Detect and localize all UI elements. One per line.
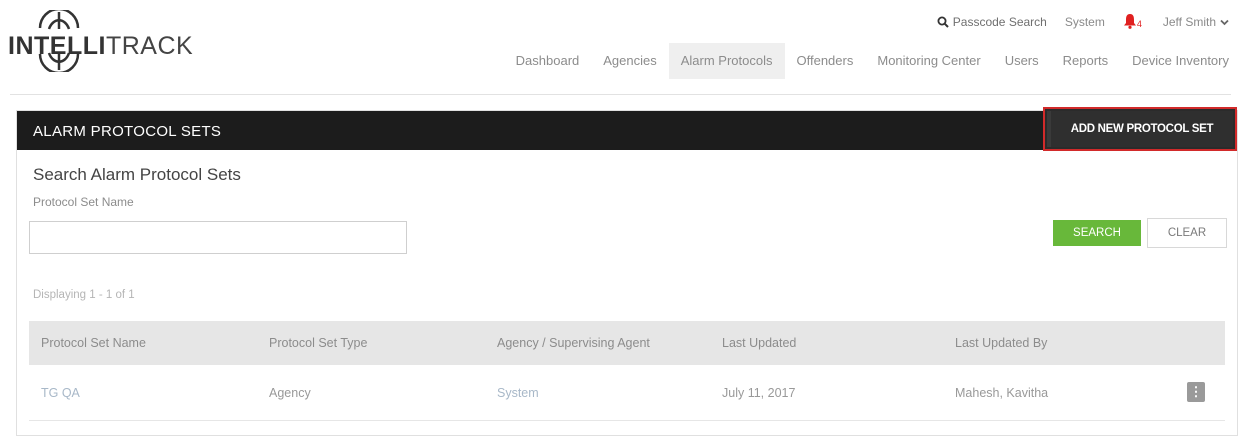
- alarm-protocol-sets-panel: ALARM PROTOCOL SETS ADD NEW PROTOCOL SET…: [16, 107, 1238, 436]
- protocol-set-name-input[interactable]: [29, 221, 407, 254]
- chevron-down-icon: [1220, 19, 1229, 25]
- alert-count-badge: 4: [1136, 19, 1142, 29]
- protocol-sets-table: Protocol Set Name Protocol Set Type Agen…: [29, 321, 1225, 421]
- page-title: ALARM PROTOCOL SETS: [33, 123, 222, 140]
- column-header-type[interactable]: Protocol Set Type: [269, 321, 367, 365]
- search-icon: [937, 16, 949, 28]
- table-row[interactable]: TG QA Agency System July 11, 2017 Mahesh…: [29, 365, 1225, 421]
- search-button[interactable]: SEARCH: [1053, 220, 1141, 246]
- protocol-set-type-cell: Agency: [269, 386, 311, 400]
- user-menu[interactable]: Jeff Smith: [1163, 15, 1229, 29]
- header-divider: [10, 94, 1231, 95]
- add-new-protocol-set-button[interactable]: ADD NEW PROTOCOL SET: [1043, 107, 1237, 151]
- logo-wordmark: INTELLITRACK: [8, 32, 194, 60]
- column-header-agency[interactable]: Agency / Supervising Agent: [497, 321, 650, 365]
- table-header: Protocol Set Name Protocol Set Type Agen…: [29, 321, 1225, 365]
- column-header-last-updated[interactable]: Last Updated: [722, 321, 796, 365]
- intellitrack-logo[interactable]: INTELLITRACK: [8, 10, 193, 72]
- nav-device-inventory[interactable]: Device Inventory: [1120, 43, 1241, 79]
- passcode-search-link[interactable]: Passcode Search: [937, 15, 1047, 29]
- utility-bar: Passcode Search System 4 Jeff Smith: [937, 12, 1229, 32]
- search-section-title: Search Alarm Protocol Sets: [33, 165, 241, 184]
- panel-header: ALARM PROTOCOL SETS ADD NEW PROTOCOL SET: [17, 107, 1237, 151]
- nav-dashboard[interactable]: Dashboard: [504, 43, 592, 79]
- row-actions-menu-icon[interactable]: ⋮: [1187, 382, 1205, 402]
- main-nav: Dashboard Agencies Alarm Protocols Offen…: [504, 43, 1241, 79]
- clear-button[interactable]: CLEAR: [1147, 218, 1227, 248]
- column-header-name[interactable]: Protocol Set Name: [41, 321, 146, 365]
- system-label: System: [1064, 15, 1105, 29]
- nav-alarm-protocols[interactable]: Alarm Protocols: [668, 43, 785, 79]
- user-name: Jeff Smith: [1162, 15, 1216, 29]
- column-header-last-updated-by[interactable]: Last Updated By: [955, 321, 1047, 365]
- system-link[interactable]: System: [1065, 15, 1105, 29]
- results-count: Displaying 1 - 1 of 1: [33, 289, 135, 301]
- nav-reports[interactable]: Reports: [1051, 43, 1121, 79]
- nav-monitoring-center[interactable]: Monitoring Center: [865, 43, 992, 79]
- last-updated-cell: July 11, 2017: [722, 386, 796, 400]
- protocol-set-name-cell[interactable]: TG QA: [41, 365, 80, 421]
- agency-cell[interactable]: System: [497, 365, 539, 421]
- passcode-search-label: Passcode Search: [952, 15, 1047, 29]
- add-new-protocol-set-label: ADD NEW PROTOCOL SET: [1047, 111, 1233, 147]
- last-updated-by-cell: Mahesh, Kavitha: [955, 386, 1049, 400]
- bell-icon: [1123, 14, 1136, 29]
- protocol-set-name-label: Protocol Set Name: [33, 195, 134, 209]
- nav-offenders[interactable]: Offenders: [785, 43, 866, 79]
- nav-users[interactable]: Users: [993, 43, 1051, 79]
- notifications-button[interactable]: 4: [1123, 13, 1145, 31]
- nav-agencies[interactable]: Agencies: [591, 43, 668, 79]
